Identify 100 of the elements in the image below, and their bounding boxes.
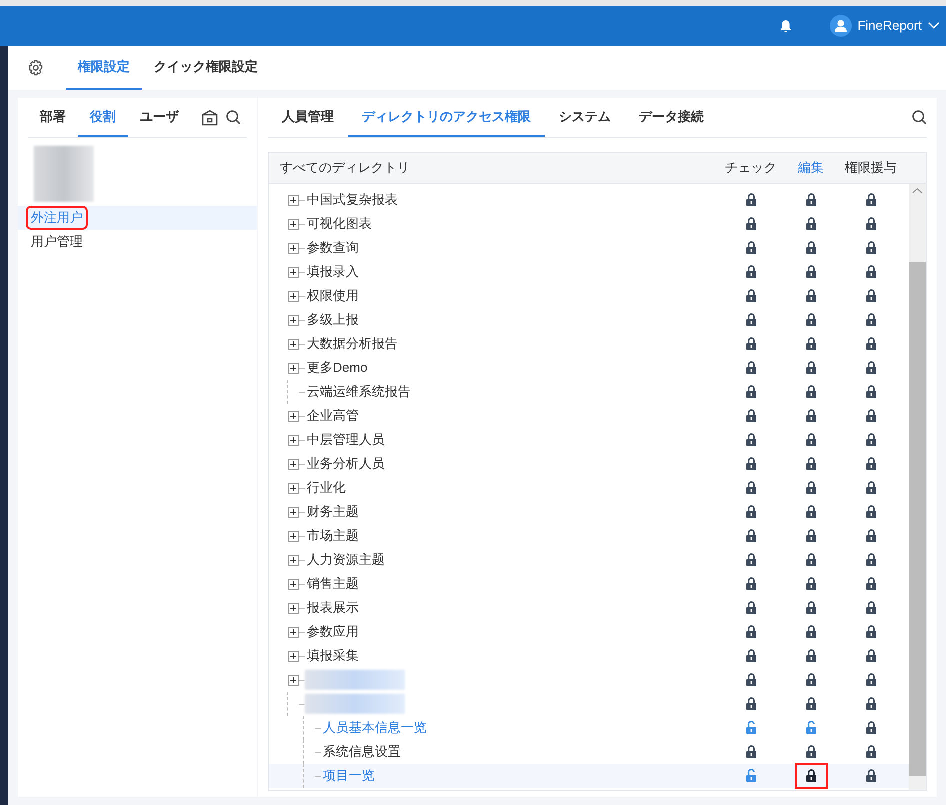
tab[interactable]: ディレクトリのアクセス権限 bbox=[348, 98, 545, 137]
avatar-icon[interactable] bbox=[830, 15, 852, 37]
expand-icon[interactable] bbox=[288, 626, 298, 638]
lock-icon[interactable] bbox=[866, 553, 876, 567]
lock-icon[interactable] bbox=[806, 673, 816, 687]
directory-name[interactable]: 人员基本信息一览 bbox=[323, 718, 427, 738]
directory-name[interactable]: 更多Demo bbox=[307, 358, 368, 378]
expand-icon[interactable] bbox=[288, 194, 298, 206]
lock-icon[interactable] bbox=[746, 649, 756, 663]
expand-icon[interactable] bbox=[288, 434, 298, 446]
search-icon[interactable] bbox=[912, 110, 927, 125]
expand-icon[interactable] bbox=[288, 242, 298, 254]
lock-icon[interactable] bbox=[746, 553, 756, 567]
expand-icon[interactable] bbox=[288, 602, 298, 614]
tab[interactable]: 権限設定 bbox=[66, 46, 142, 90]
chevron-down-icon[interactable] bbox=[928, 22, 940, 30]
user-name[interactable]: FineReport bbox=[858, 16, 922, 36]
open-lock-icon[interactable] bbox=[746, 721, 756, 735]
lock-icon[interactable] bbox=[866, 193, 876, 207]
expand-icon[interactable] bbox=[288, 530, 298, 542]
lock-icon[interactable] bbox=[806, 241, 816, 255]
lock-icon[interactable] bbox=[746, 481, 756, 495]
lock-icon[interactable] bbox=[746, 217, 756, 231]
column-header[interactable]: すべてのディレクトリ bbox=[269, 158, 721, 178]
directory-name[interactable]: 权限使用 bbox=[307, 286, 359, 306]
directory-name[interactable]: 销售主题 bbox=[307, 574, 359, 594]
lock-icon[interactable] bbox=[866, 385, 876, 399]
expand-icon[interactable] bbox=[288, 506, 298, 518]
lock-icon[interactable] bbox=[746, 289, 756, 303]
search-icon[interactable] bbox=[226, 110, 241, 125]
lock-icon[interactable] bbox=[866, 457, 876, 471]
directory-name[interactable]: 可视化图表 bbox=[307, 214, 372, 234]
lock-icon[interactable] bbox=[806, 601, 816, 615]
column-header[interactable]: 編集 bbox=[781, 158, 841, 178]
directory-name[interactable]: 云端运维系统报告 bbox=[307, 382, 411, 402]
expand-icon[interactable] bbox=[288, 578, 298, 590]
lock-icon[interactable] bbox=[866, 745, 876, 759]
lock-icon[interactable] bbox=[806, 529, 816, 543]
tab[interactable]: 人員管理 bbox=[268, 98, 348, 137]
tab[interactable]: 部署 bbox=[28, 98, 78, 137]
scrollbar[interactable] bbox=[909, 184, 926, 790]
directory-name[interactable]: 财务主题 bbox=[307, 502, 359, 522]
lock-icon[interactable] bbox=[746, 529, 756, 543]
lock-icon[interactable] bbox=[806, 385, 816, 399]
expand-icon[interactable] bbox=[288, 362, 298, 374]
lock-icon[interactable] bbox=[806, 625, 816, 639]
directory-name[interactable]: 系统信息设置 bbox=[323, 742, 401, 762]
directory-name[interactable]: 企业高管 bbox=[307, 406, 359, 426]
lock-icon[interactable] bbox=[806, 265, 816, 279]
expand-icon[interactable] bbox=[288, 458, 298, 470]
directory-name[interactable]: 大数据分析报告 bbox=[307, 334, 398, 354]
lock-icon[interactable] bbox=[746, 241, 756, 255]
directory-name[interactable]: 业务分析人员 bbox=[307, 454, 385, 474]
directory-name[interactable]: 人力资源主题 bbox=[307, 550, 385, 570]
directory-name[interactable]: 参数应用 bbox=[307, 622, 359, 642]
expand-icon[interactable] bbox=[288, 290, 298, 302]
lock-icon[interactable] bbox=[806, 433, 816, 447]
expand-icon[interactable] bbox=[288, 482, 298, 494]
lock-icon[interactable] bbox=[866, 313, 876, 327]
tab[interactable]: システム bbox=[545, 98, 625, 137]
lock-icon[interactable] bbox=[806, 337, 816, 351]
lock-icon[interactable] bbox=[746, 337, 756, 351]
expand-icon[interactable] bbox=[288, 554, 298, 566]
lock-icon[interactable] bbox=[806, 457, 816, 471]
lock-icon[interactable] bbox=[806, 649, 816, 663]
open-lock-icon[interactable] bbox=[806, 721, 816, 735]
lock-icon[interactable] bbox=[866, 481, 876, 495]
column-header[interactable]: 権限援与 bbox=[841, 158, 901, 178]
lock-icon[interactable] bbox=[746, 601, 756, 615]
expand-icon[interactable] bbox=[288, 218, 298, 230]
lock-icon[interactable] bbox=[806, 481, 816, 495]
lock-icon[interactable] bbox=[746, 265, 756, 279]
lock-icon[interactable] bbox=[806, 409, 816, 423]
lock-icon[interactable] bbox=[746, 673, 756, 687]
directory-name[interactable]: 报表展示 bbox=[307, 598, 359, 618]
lock-icon[interactable] bbox=[866, 337, 876, 351]
lock-icon[interactable] bbox=[746, 313, 756, 327]
lock-icon[interactable] bbox=[866, 361, 876, 375]
lock-icon[interactable] bbox=[806, 577, 816, 591]
lock-icon[interactable] bbox=[806, 697, 816, 711]
lock-icon[interactable] bbox=[746, 433, 756, 447]
lock-icon[interactable] bbox=[866, 265, 876, 279]
lock-icon[interactable] bbox=[866, 721, 876, 735]
lock-icon[interactable] bbox=[746, 361, 756, 375]
lock-icon[interactable] bbox=[806, 769, 816, 783]
lock-icon[interactable] bbox=[746, 505, 756, 519]
lock-icon[interactable] bbox=[746, 193, 756, 207]
lock-icon[interactable] bbox=[806, 193, 816, 207]
lock-icon[interactable] bbox=[866, 697, 876, 711]
lock-icon[interactable] bbox=[866, 601, 876, 615]
lock-icon[interactable] bbox=[866, 577, 876, 591]
expand-icon[interactable] bbox=[288, 314, 298, 326]
tab[interactable]: 役割 bbox=[78, 98, 128, 137]
expand-icon[interactable] bbox=[288, 410, 298, 422]
lock-icon[interactable] bbox=[866, 289, 876, 303]
lock-icon[interactable] bbox=[746, 745, 756, 759]
lock-icon[interactable] bbox=[746, 577, 756, 591]
directory-name[interactable]: 多级上报 bbox=[307, 310, 359, 330]
lock-icon[interactable] bbox=[866, 649, 876, 663]
directory-name[interactable]: 填报录入 bbox=[307, 262, 359, 282]
